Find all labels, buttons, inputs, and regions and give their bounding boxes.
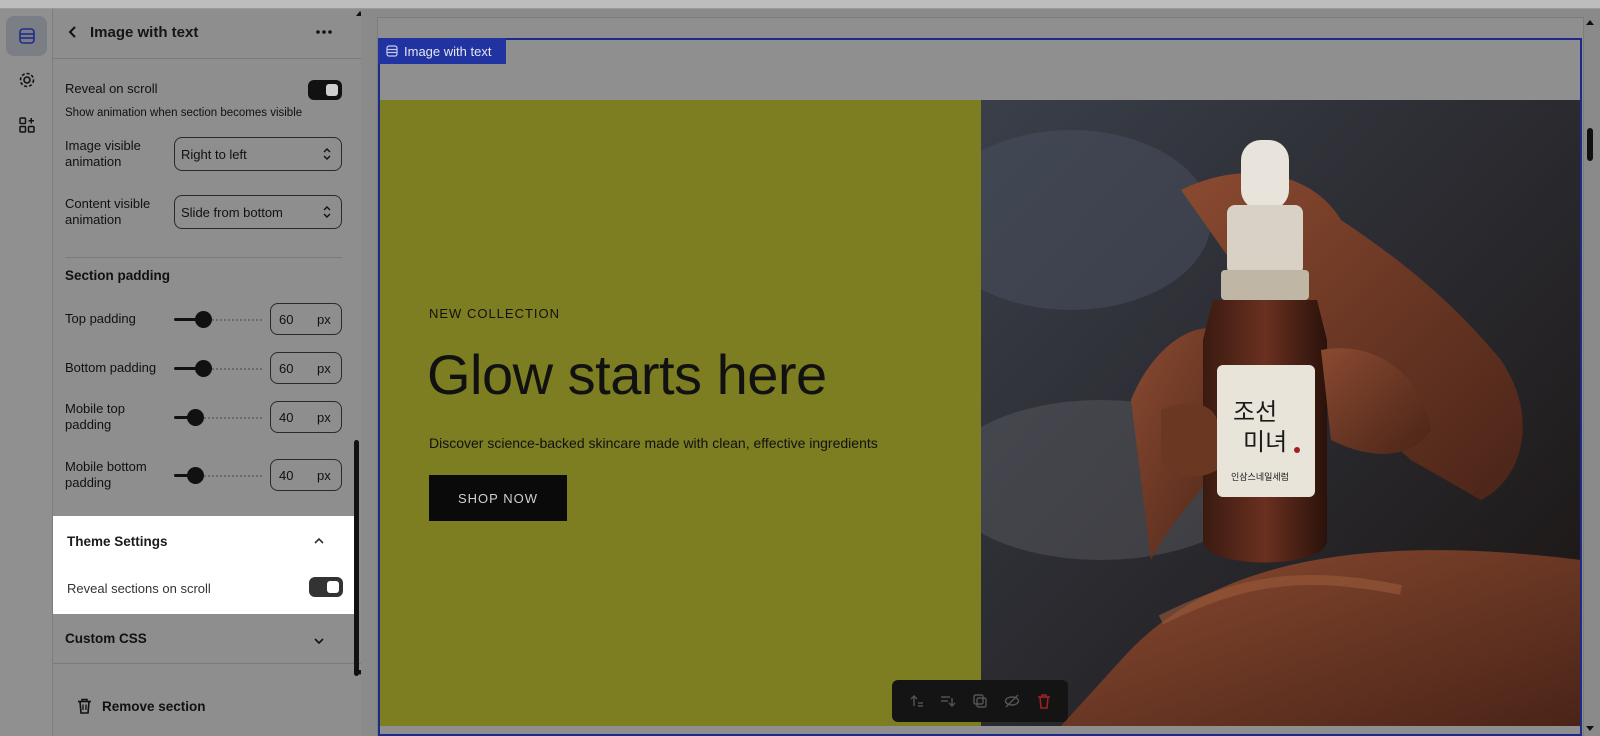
mobile-bottom-padding-label: Mobile bottom padding — [65, 459, 147, 491]
section-icon — [386, 45, 398, 57]
panel-title: Image with text — [90, 24, 199, 41]
section-settings-panel: Image with text Reveal on scroll Show an… — [53, 9, 361, 736]
scrollbar-thumb[interactable] — [1587, 128, 1593, 161]
top-padding-input[interactable]: 60 px — [270, 303, 342, 335]
content-animation-value: Slide from bottom — [181, 204, 283, 220]
apps-icon — [18, 117, 35, 133]
chevron-down-icon[interactable] — [313, 636, 325, 646]
panel-header: Image with text — [53, 9, 361, 59]
content-animation-label-line1: Content visible — [65, 196, 151, 211]
unit-label: px — [317, 361, 331, 376]
top-padding-label-text: Top padding — [65, 311, 136, 326]
mobile-bottom-padding-line2: padding — [65, 475, 112, 490]
trash-icon — [78, 698, 91, 714]
more-options-icon[interactable] — [315, 25, 333, 39]
divider — [65, 257, 342, 258]
back-chevron-icon[interactable] — [65, 24, 81, 40]
top-padding-label: Top padding — [65, 311, 136, 327]
left-icon-rail — [0, 9, 53, 736]
settings-gear-icon — [19, 72, 34, 88]
bottom-padding-input[interactable]: 60 px — [270, 352, 342, 384]
reveal-on-scroll-label: Reveal on scroll — [65, 81, 158, 96]
content-animation-label-line2: animation — [65, 212, 122, 227]
content-animation-label: Content visible animation — [65, 196, 150, 228]
slider-knob[interactable] — [187, 409, 204, 426]
top-padding-value: 60 — [279, 312, 294, 327]
scroll-up-arrow-icon[interactable] — [1586, 20, 1594, 25]
panel-scrollbar[interactable] — [353, 9, 361, 736]
mobile-top-padding-slider[interactable] — [174, 407, 262, 427]
select-chevron-icon — [323, 206, 331, 218]
section-padding-title: Section padding — [65, 268, 171, 283]
section-floating-toolbar — [892, 680, 1068, 722]
hide-icon[interactable] — [1004, 693, 1020, 709]
mobile-top-padding-line2: padding — [65, 417, 112, 432]
mobile-top-padding-label: Mobile top padding — [65, 401, 125, 433]
slider-knob[interactable] — [195, 311, 212, 328]
remove-section-label: Remove section — [102, 698, 206, 714]
duplicate-icon[interactable] — [972, 693, 988, 709]
apps-nav-button[interactable] — [6, 105, 47, 145]
content-animation-select[interactable]: Slide from bottom — [174, 195, 342, 229]
mobile-top-padding-line1: Mobile top — [65, 401, 125, 416]
sections-icon — [18, 28, 35, 44]
delete-icon[interactable] — [1036, 693, 1052, 709]
slider-knob[interactable] — [187, 467, 204, 484]
theme-settings-title[interactable]: Theme Settings — [67, 534, 168, 549]
top-padding-slider[interactable] — [174, 309, 262, 329]
bottom-padding-label-text: Bottom padding — [65, 360, 157, 375]
slider-track — [212, 319, 262, 321]
image-animation-value: Right to left — [181, 146, 247, 162]
mobile-bottom-padding-input[interactable]: 40 px — [270, 459, 342, 491]
mobile-bottom-padding-value: 40 — [279, 468, 294, 483]
slider-knob[interactable] — [195, 360, 212, 377]
browser-top-bar — [0, 0, 1600, 9]
bottom-padding-label: Bottom padding — [65, 360, 156, 376]
selected-section-tag[interactable]: Image with text — [378, 38, 506, 64]
slider-track — [204, 475, 262, 477]
mobile-top-padding-input[interactable]: 40 px — [270, 401, 342, 433]
image-animation-label-line2: animation — [65, 154, 122, 169]
select-chevron-icon — [323, 148, 331, 160]
theme-settings-group: Theme Settings Reveal sections on scroll — [53, 516, 356, 614]
unit-label: px — [317, 468, 331, 483]
reveal-help-text: Show animation when section becomes visi… — [65, 107, 303, 119]
unit-label: px — [317, 410, 331, 425]
theme-settings-nav-button[interactable] — [6, 60, 47, 100]
slider-track — [204, 417, 262, 419]
image-animation-label: Image visible animation — [65, 138, 141, 170]
scrollbar-thumb[interactable] — [354, 440, 359, 676]
scroll-down-arrow-icon[interactable] — [1586, 726, 1594, 731]
section-tag-label: Image with text — [404, 43, 492, 59]
reveal-on-scroll-toggle[interactable] — [308, 80, 342, 100]
mobile-top-padding-value: 40 — [279, 410, 294, 425]
divider — [53, 663, 361, 664]
chevron-up-icon[interactable] — [313, 536, 325, 546]
image-animation-select[interactable]: Right to left — [174, 137, 342, 171]
image-animation-label-line1: Image visible — [65, 138, 141, 153]
slider-track — [212, 368, 262, 370]
bottom-padding-slider[interactable] — [174, 358, 262, 378]
custom-css-title[interactable]: Custom CSS — [65, 631, 147, 646]
mobile-bottom-padding-line1: Mobile bottom — [65, 459, 147, 474]
move-down-icon[interactable] — [940, 693, 956, 709]
unit-label: px — [317, 312, 331, 327]
mobile-bottom-padding-slider[interactable] — [174, 465, 262, 485]
sections-nav-button[interactable] — [6, 16, 47, 56]
move-up-icon[interactable] — [908, 693, 924, 709]
reveal-sections-toggle[interactable] — [309, 577, 343, 597]
bottom-padding-value: 60 — [279, 361, 294, 376]
selected-section-outline — [378, 38, 1582, 736]
remove-section-button[interactable]: Remove section — [77, 698, 206, 714]
reveal-sections-label: Reveal sections on scroll — [67, 581, 211, 596]
